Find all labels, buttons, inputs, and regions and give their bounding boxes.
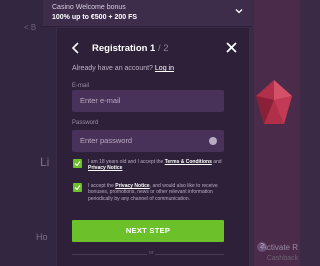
background-cashback-label: Cashback xyxy=(266,255,298,262)
gem-icon xyxy=(256,80,292,124)
have-account-label: Already have an account? xyxy=(72,65,153,72)
bonus-bar[interactable]: Casino Welcome bonus 100% up to €500 + 2… xyxy=(43,0,252,27)
privacy-notice-link[interactable]: Privacy Notice xyxy=(88,165,122,171)
background-heading: Li xyxy=(40,155,50,169)
checkmark-icon xyxy=(74,185,81,191)
chevron-down-icon[interactable] xyxy=(235,7,243,15)
background-activate-label: Activate R xyxy=(261,243,298,252)
next-step-button[interactable]: NEXT STEP xyxy=(72,220,224,242)
marketing-consent-text: I accept the Privacy Notice, and would a… xyxy=(88,183,238,202)
marketing-checkbox[interactable] xyxy=(73,183,82,192)
have-account-text: Already have an account? Log in xyxy=(72,65,174,72)
terms-consent-text-a: I am 18 years old and I accept the xyxy=(88,159,165,165)
background-back-link: < B xyxy=(24,23,37,32)
background-promo-panel xyxy=(254,0,300,266)
email-field[interactable]: Enter e-mail xyxy=(72,90,224,112)
password-label: Password xyxy=(72,120,99,126)
background-text: Ho xyxy=(36,232,48,242)
terms-conditions-link[interactable]: Terms & Conditions xyxy=(165,159,212,165)
modal-title: Registration 1 / 2 xyxy=(92,43,169,54)
terms-checkbox[interactable] xyxy=(73,159,82,168)
login-link[interactable]: Log in xyxy=(155,65,174,72)
close-icon[interactable] xyxy=(226,42,237,53)
password-field[interactable]: Enter password xyxy=(72,130,224,152)
modal-title-text: Registration 1 xyxy=(92,43,156,54)
checkmark-icon xyxy=(74,161,81,167)
password-placeholder: Enter password xyxy=(80,136,133,145)
terms-consent-text-b: and xyxy=(211,159,222,165)
bonus-amount: 100% up to €500 + 200 FS xyxy=(52,14,138,21)
background-sidebar xyxy=(0,0,56,266)
or-separator: or xyxy=(147,250,156,256)
registration-modal: Registration 1 / 2 Already have an accou… xyxy=(57,28,249,266)
bonus-title: Casino Welcome bonus xyxy=(52,4,126,11)
eye-icon[interactable] xyxy=(209,137,217,145)
email-label: E-mail xyxy=(72,83,90,89)
back-arrow-icon[interactable] xyxy=(71,42,81,54)
marketing-consent-text-a: I accept the xyxy=(88,183,116,189)
terms-consent-text: I am 18 years old and I accept the Terms… xyxy=(88,159,238,172)
privacy-notice-link-2[interactable]: Privacy Notice xyxy=(115,183,149,189)
step-indicator: / 2 xyxy=(155,43,169,54)
